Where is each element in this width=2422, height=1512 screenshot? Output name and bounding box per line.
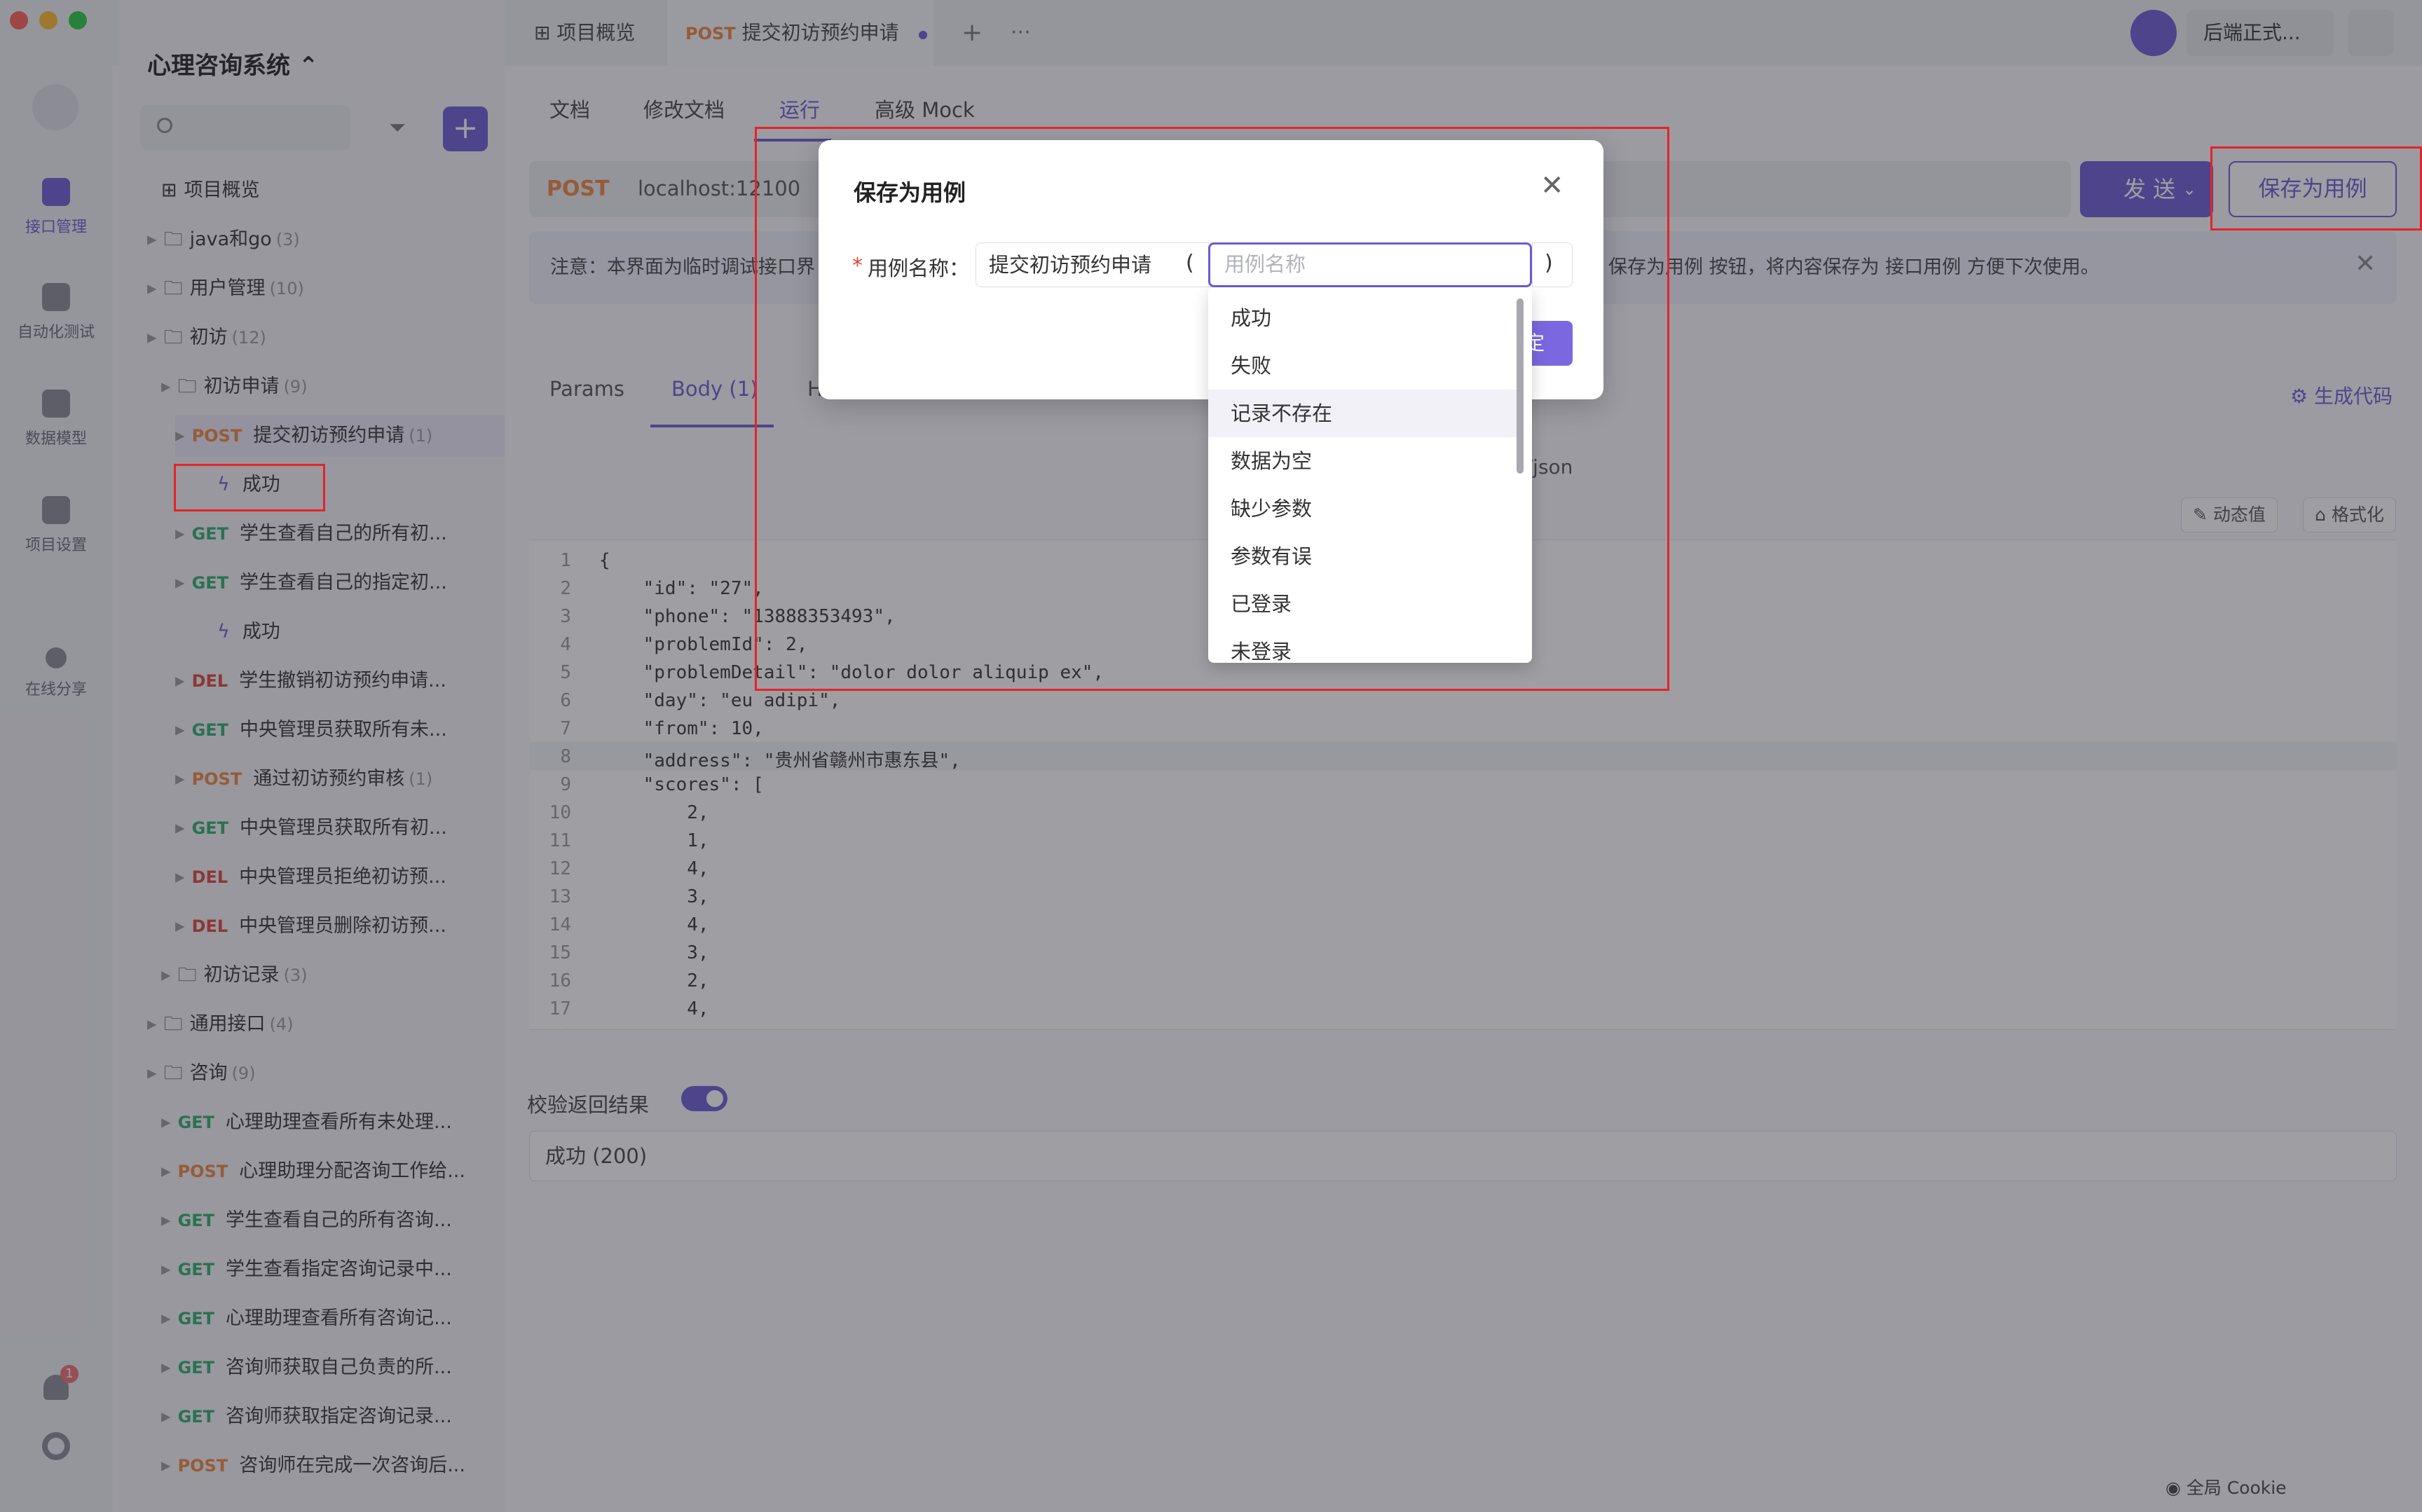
annotation-box-save-button <box>2210 146 2422 231</box>
annotation-box-case <box>174 464 325 511</box>
annotation-box-dialog <box>755 127 1669 691</box>
